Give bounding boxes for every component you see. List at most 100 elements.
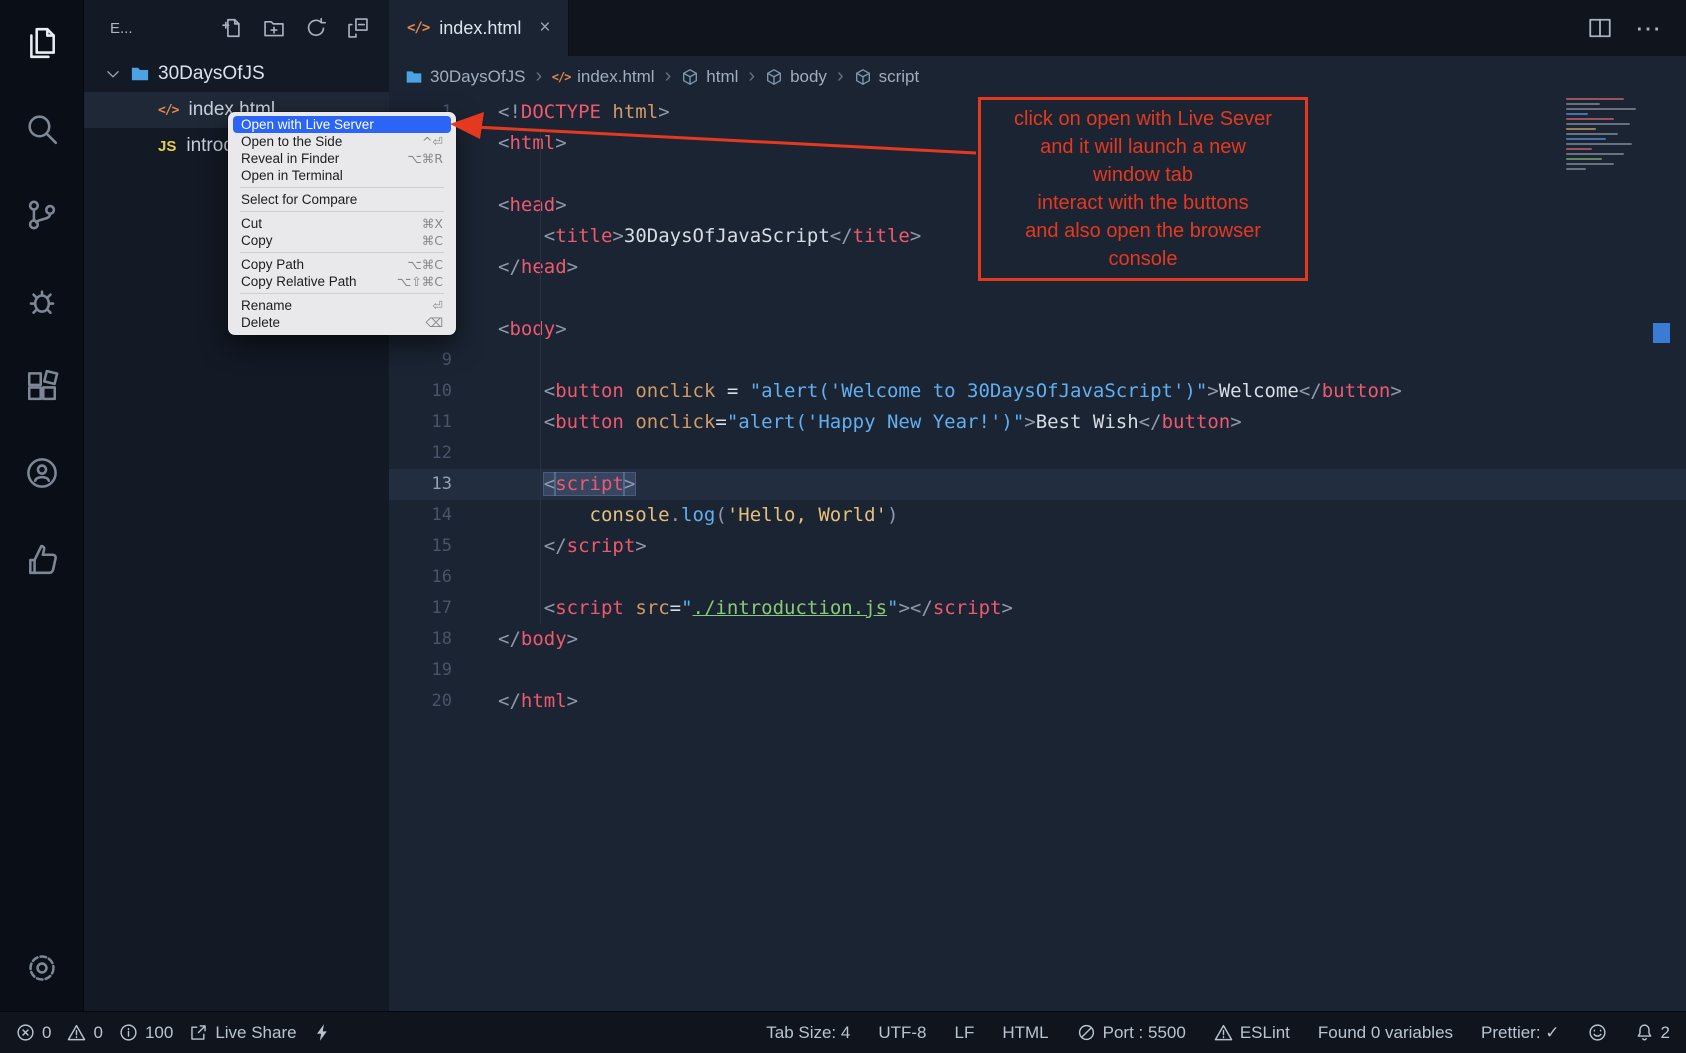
menu-item-cut[interactable]: Cut⌘X bbox=[233, 215, 451, 232]
status-found-0-variables[interactable]: Found 0 variables bbox=[1318, 1023, 1453, 1043]
menu-item-rename[interactable]: Rename⏎ bbox=[233, 297, 451, 314]
split-editor-button[interactable] bbox=[1588, 16, 1612, 40]
code-token: </ bbox=[498, 256, 521, 278]
activity-item-extensions[interactable] bbox=[0, 344, 84, 430]
status-2[interactable]: 2 bbox=[1635, 1023, 1670, 1043]
minimap-line bbox=[1566, 98, 1624, 100]
symbol-cube-icon bbox=[681, 68, 699, 86]
menu-item-select-for-compare[interactable]: Select for Compare bbox=[233, 191, 451, 208]
status-prettier[interactable]: Prettier: ✓ bbox=[1481, 1023, 1559, 1043]
code-line-14[interactable]: 14 console.log('Hello, World') bbox=[389, 500, 1686, 531]
refresh-button[interactable] bbox=[305, 17, 327, 39]
code-file-icon: </> bbox=[158, 103, 178, 118]
new-folder-icon bbox=[263, 17, 285, 39]
code-line-13[interactable]: 13 <script> bbox=[389, 469, 1686, 500]
status-100[interactable]: 100 bbox=[119, 1023, 173, 1043]
status-0[interactable]: 0 bbox=[16, 1023, 51, 1043]
smiley-icon bbox=[1588, 1023, 1607, 1042]
code-line-17[interactable]: 17 <script src="./introduction.js"></scr… bbox=[389, 593, 1686, 624]
code-text bbox=[467, 655, 498, 686]
minimap[interactable] bbox=[1566, 98, 1658, 170]
breadcrumb-item-index-html[interactable]: </>index.html bbox=[552, 67, 654, 87]
tab-actions: ⋯ bbox=[1588, 0, 1686, 56]
code-token: > bbox=[635, 535, 646, 557]
menu-separator bbox=[240, 252, 444, 253]
collapse-all-button[interactable] bbox=[347, 17, 369, 39]
activity-item-feedback[interactable] bbox=[0, 516, 84, 602]
menu-item-label: Cut bbox=[241, 216, 410, 231]
code-line-18[interactable]: 18</body> bbox=[389, 624, 1686, 655]
status-tab-size-4[interactable]: Tab Size: 4 bbox=[766, 1023, 850, 1043]
tab-index-html[interactable]: </> index.html × bbox=[389, 0, 569, 56]
breadcrumb-label: 30DaysOfJS bbox=[430, 67, 525, 87]
activity-item-explorer[interactable] bbox=[0, 0, 84, 86]
minimap-line bbox=[1566, 138, 1606, 140]
menu-item-open-in-terminal[interactable]: Open in Terminal bbox=[233, 167, 451, 184]
menu-item-delete[interactable]: Delete⌫ bbox=[233, 314, 451, 331]
code-line-8[interactable]: 8<body> bbox=[389, 314, 1686, 345]
menu-item-reveal-in-finder[interactable]: Reveal in Finder⌥⌘R bbox=[233, 150, 451, 167]
status-bar-left: 00 100 Live Share bbox=[16, 1023, 332, 1043]
new-file-button[interactable] bbox=[221, 17, 243, 39]
new-folder-button[interactable] bbox=[263, 17, 285, 39]
line-number: 14 bbox=[389, 500, 467, 531]
symbol-cube-icon bbox=[854, 68, 872, 86]
code-token: onclick bbox=[635, 380, 715, 402]
activity-item-search[interactable] bbox=[0, 86, 84, 172]
status-bolt[interactable] bbox=[313, 1023, 332, 1042]
code-line-10[interactable]: 10 <button onclick = "alert('Welcome to … bbox=[389, 376, 1686, 407]
status-lf[interactable]: LF bbox=[955, 1023, 975, 1043]
menu-item-label: Select for Compare bbox=[241, 192, 443, 207]
breadcrumb-item-30daysofjs[interactable]: 30DaysOfJS bbox=[405, 67, 525, 87]
code-line-20[interactable]: 20</html> bbox=[389, 686, 1686, 717]
annotation-line: and also open the browser bbox=[981, 217, 1305, 245]
close-icon[interactable]: × bbox=[539, 17, 550, 39]
status-live-share[interactable]: Live Share bbox=[189, 1023, 296, 1043]
menu-item-copy-path[interactable]: Copy Path⌥⌘C bbox=[233, 256, 451, 273]
code-token: > bbox=[555, 194, 566, 216]
code-token: script bbox=[933, 597, 1002, 619]
menu-item-label: Open in Terminal bbox=[241, 168, 443, 183]
breadcrumb-item-html[interactable]: html bbox=[681, 67, 738, 87]
code-line-12[interactable]: 12 bbox=[389, 438, 1686, 469]
annotation-line: and it will launch a new bbox=[981, 133, 1305, 161]
code-text: <script> bbox=[467, 469, 635, 500]
code-token: script bbox=[555, 473, 624, 495]
line-number: 16 bbox=[389, 562, 467, 593]
activity-item-debug[interactable] bbox=[0, 258, 84, 344]
status-utf-8[interactable]: UTF-8 bbox=[878, 1023, 926, 1043]
code-line-15[interactable]: 15 </script> bbox=[389, 531, 1686, 562]
code-token bbox=[601, 101, 612, 123]
activity-item-live-share[interactable] bbox=[0, 430, 84, 516]
status-smiley[interactable] bbox=[1588, 1023, 1607, 1042]
code-line-16[interactable]: 16 bbox=[389, 562, 1686, 593]
folder-root-30daysofjs[interactable]: 30DaysOfJS bbox=[84, 56, 389, 92]
activity-item-source-control[interactable] bbox=[0, 172, 84, 258]
code-line-19[interactable]: 19 bbox=[389, 655, 1686, 686]
code-token: button bbox=[1322, 380, 1391, 402]
status-eslint[interactable]: ESLint bbox=[1214, 1023, 1290, 1043]
code-line-11[interactable]: 11 <button onclick="alert('Happy New Yea… bbox=[389, 407, 1686, 438]
breadcrumb-item-body[interactable]: body bbox=[765, 67, 827, 87]
menu-item-open-with-live-server[interactable]: Open with Live Server bbox=[233, 116, 451, 133]
code-token: = bbox=[715, 411, 726, 433]
ellipsis-button[interactable]: ⋯ bbox=[1636, 16, 1660, 40]
breadcrumb-item-script[interactable]: script bbox=[854, 67, 920, 87]
code-line-7[interactable]: 7 bbox=[389, 283, 1686, 314]
minimap-line bbox=[1566, 113, 1588, 115]
menu-item-copy[interactable]: Copy⌘C bbox=[233, 232, 451, 249]
activity-item-gear[interactable] bbox=[0, 925, 84, 1011]
status-html[interactable]: HTML bbox=[1002, 1023, 1048, 1043]
code-text: <button onclick="alert('Happy New Year!'… bbox=[467, 407, 1242, 438]
status-port-5500[interactable]: Port : 5500 bbox=[1077, 1023, 1186, 1043]
status-label: Found 0 variables bbox=[1318, 1023, 1453, 1043]
code-token: Best Wish bbox=[1036, 411, 1139, 433]
code-token: < bbox=[544, 380, 555, 402]
menu-item-open-to-the-side[interactable]: Open to the Side^⏎ bbox=[233, 133, 451, 150]
status-0[interactable]: 0 bbox=[67, 1023, 102, 1043]
annotation-line: window tab bbox=[981, 161, 1305, 189]
status-label: Tab Size: 4 bbox=[766, 1023, 850, 1043]
menu-item-copy-relative-path[interactable]: Copy Relative Path⌥⇧⌘C bbox=[233, 273, 451, 290]
code-line-9[interactable]: 9 bbox=[389, 345, 1686, 376]
info-icon bbox=[119, 1023, 138, 1042]
